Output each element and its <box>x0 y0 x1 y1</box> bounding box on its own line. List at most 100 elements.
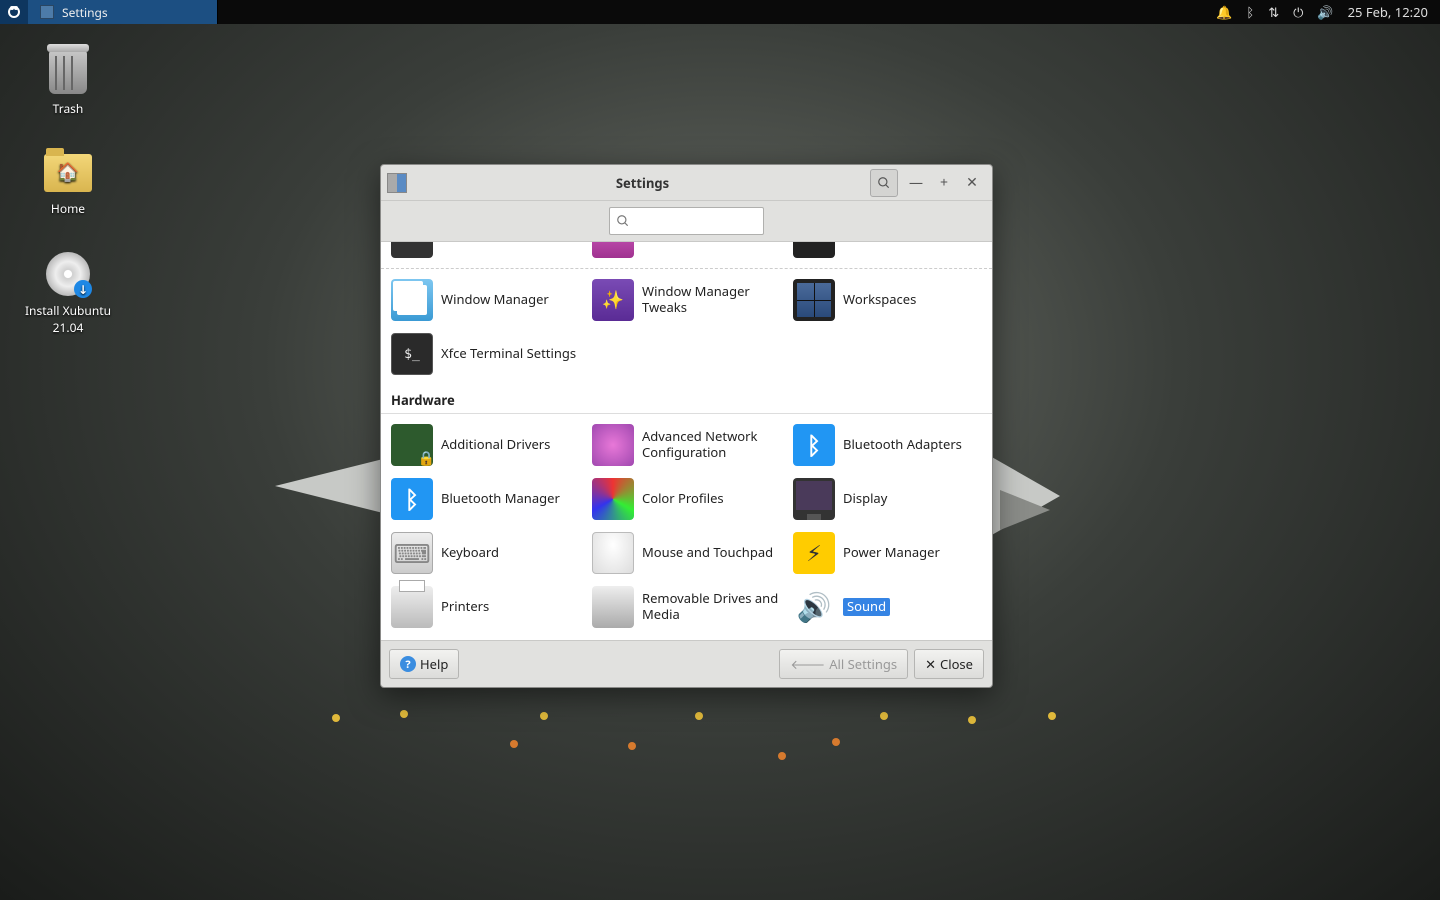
close-label: Close <box>940 655 973 673</box>
wallpaper-dot <box>968 716 976 724</box>
settings-item-label: Sound <box>843 598 890 616</box>
volume-icon[interactable]: 🔊 <box>1317 3 1333 21</box>
category-system: System <box>381 638 992 641</box>
settings-item-bluetooth-manager[interactable]: Bluetooth Manager <box>385 472 586 526</box>
window-title: Settings <box>415 174 870 192</box>
settings-item-removable-media[interactable]: Removable Drives and Media <box>586 580 787 634</box>
notifications-icon[interactable]: 🔔 <box>1216 3 1232 21</box>
settings-item-label: Keyboard <box>441 545 499 561</box>
bluetooth-icon <box>391 478 433 520</box>
taskbar-button-settings[interactable]: Settings <box>28 0 218 24</box>
settings-item-display[interactable]: Display <box>787 472 988 526</box>
settings-item-label: Xfce Terminal Settings <box>441 346 576 362</box>
settings-item-label: Workspaces <box>843 292 916 308</box>
help-button[interactable]: ? Help <box>389 649 459 679</box>
settings-item-wm-tweaks[interactable]: Window Manager Tweaks <box>586 273 787 327</box>
xfce-mouse-icon <box>6 4 22 20</box>
power-icon[interactable]: ⏻ <box>1293 3 1303 21</box>
taskbar-button-label: Settings <box>62 4 108 21</box>
settings-item-label: Window Manager Tweaks <box>642 284 781 315</box>
settings-item-label: Window Manager <box>441 292 549 308</box>
settings-item-mouse-touchpad[interactable]: Mouse and Touchpad <box>586 526 787 580</box>
search-bar <box>381 201 992 241</box>
settings-item[interactable] <box>787 241 988 264</box>
settings-scroll-view[interactable]: Window Manager Window Manager Tweaks Wor… <box>381 241 992 641</box>
settings-item-power-manager[interactable]: Power Manager <box>787 526 988 580</box>
help-label: Help <box>420 655 448 673</box>
wallpaper-dot <box>695 712 703 720</box>
bluetooth-icon[interactable]: ᛒ <box>1246 3 1254 21</box>
wallpaper-dot <box>510 740 518 748</box>
folder-home-icon <box>44 154 92 192</box>
close-dialog-button[interactable]: ✕ Close <box>914 649 984 679</box>
removable-drive-icon <box>592 586 634 628</box>
settings-item-sound[interactable]: Sound <box>787 580 988 634</box>
wallpaper-dot <box>832 738 840 746</box>
keyboard-icon <box>391 532 433 574</box>
settings-item[interactable] <box>385 241 586 264</box>
settings-item-network-config[interactable]: Advanced Network Configuration <box>586 418 787 472</box>
settings-item[interactable] <box>586 241 787 264</box>
maximize-button[interactable]: + <box>930 169 958 197</box>
search-button[interactable] <box>870 169 898 197</box>
top-panel: Settings 🔔 ᛒ ⇅ ⏻ 🔊 25 Feb, 12:20 <box>0 0 1440 24</box>
close-icon: ✕ <box>925 655 936 673</box>
clock[interactable]: 25 Feb, 12:20 <box>1348 3 1428 21</box>
wallpaper-triangle <box>1000 490 1050 530</box>
drivers-icon <box>391 424 433 466</box>
power-manager-icon <box>793 532 835 574</box>
settings-item-printers[interactable]: Printers <box>385 580 586 634</box>
terminal-icon <box>391 333 433 375</box>
settings-item-keyboard[interactable]: Keyboard <box>385 526 586 580</box>
wallpaper-triangle <box>275 456 395 516</box>
display-icon <box>793 478 835 520</box>
search-icon <box>877 176 891 190</box>
mouse-icon <box>592 532 634 574</box>
trash-icon <box>49 50 87 94</box>
color-icon <box>592 478 634 520</box>
category-hardware: Hardware <box>381 385 992 414</box>
settings-item-bluetooth-adapters[interactable]: Bluetooth Adapters <box>787 418 988 472</box>
settings-item-xfce-terminal[interactable]: Xfce Terminal Settings <box>385 327 586 381</box>
settings-item-label: Printers <box>441 599 489 615</box>
bluetooth-icon <box>793 424 835 466</box>
wallpaper-dot <box>1048 712 1056 720</box>
printer-icon <box>391 586 433 628</box>
desktop-icon-trash[interactable]: Trash <box>18 50 118 117</box>
settings-item-color-profiles[interactable]: Color Profiles <box>586 472 787 526</box>
generic-icon <box>391 241 433 258</box>
wallpaper-dot <box>778 752 786 760</box>
network-icon <box>592 424 634 466</box>
search-input[interactable] <box>609 207 764 235</box>
settings-item-additional-drivers[interactable]: Additional Drivers <box>385 418 586 472</box>
settings-window: Settings — + ✕ Window Manager Window Man… <box>380 164 993 688</box>
wallpaper-dot <box>400 710 408 718</box>
settings-item-label: Power Manager <box>843 545 940 561</box>
settings-item-label: Display <box>843 491 887 507</box>
titlebar[interactable]: Settings — + ✕ <box>381 165 992 201</box>
back-arrow-icon: 🡐 <box>790 655 825 673</box>
all-settings-label: All Settings <box>829 655 897 673</box>
settings-item-label: Advanced Network Configuration <box>642 429 781 460</box>
all-settings-button[interactable]: 🡐 All Settings <box>779 649 908 679</box>
settings-item-label: Removable Drives and Media <box>642 591 781 622</box>
wallpaper-dot <box>332 714 340 722</box>
desktop-icon-install[interactable]: Install Xubuntu 21.04 <box>18 252 118 336</box>
minimize-button[interactable]: — <box>902 169 930 197</box>
settings-item-window-manager[interactable]: Window Manager <box>385 273 586 327</box>
settings-item-label: Mouse and Touchpad <box>642 545 773 561</box>
settings-window-icon <box>40 5 54 19</box>
desktop-icon-home[interactable]: Home <box>18 150 118 217</box>
wallpaper-dot <box>540 712 548 720</box>
help-icon: ? <box>400 656 416 672</box>
system-tray: 🔔 ᛒ ⇅ ⏻ 🔊 25 Feb, 12:20 <box>1216 3 1440 21</box>
settings-item-label: Additional Drivers <box>441 437 550 453</box>
wm-tweaks-icon <box>592 279 634 321</box>
settings-item-label: Bluetooth Adapters <box>843 437 962 453</box>
disc-install-icon <box>46 252 90 296</box>
settings-item-workspaces[interactable]: Workspaces <box>787 273 988 327</box>
network-icon[interactable]: ⇅ <box>1268 3 1279 21</box>
close-button[interactable]: ✕ <box>958 169 986 197</box>
whisker-menu-button[interactable] <box>0 0 28 24</box>
settings-item-label: Bluetooth Manager <box>441 491 560 507</box>
